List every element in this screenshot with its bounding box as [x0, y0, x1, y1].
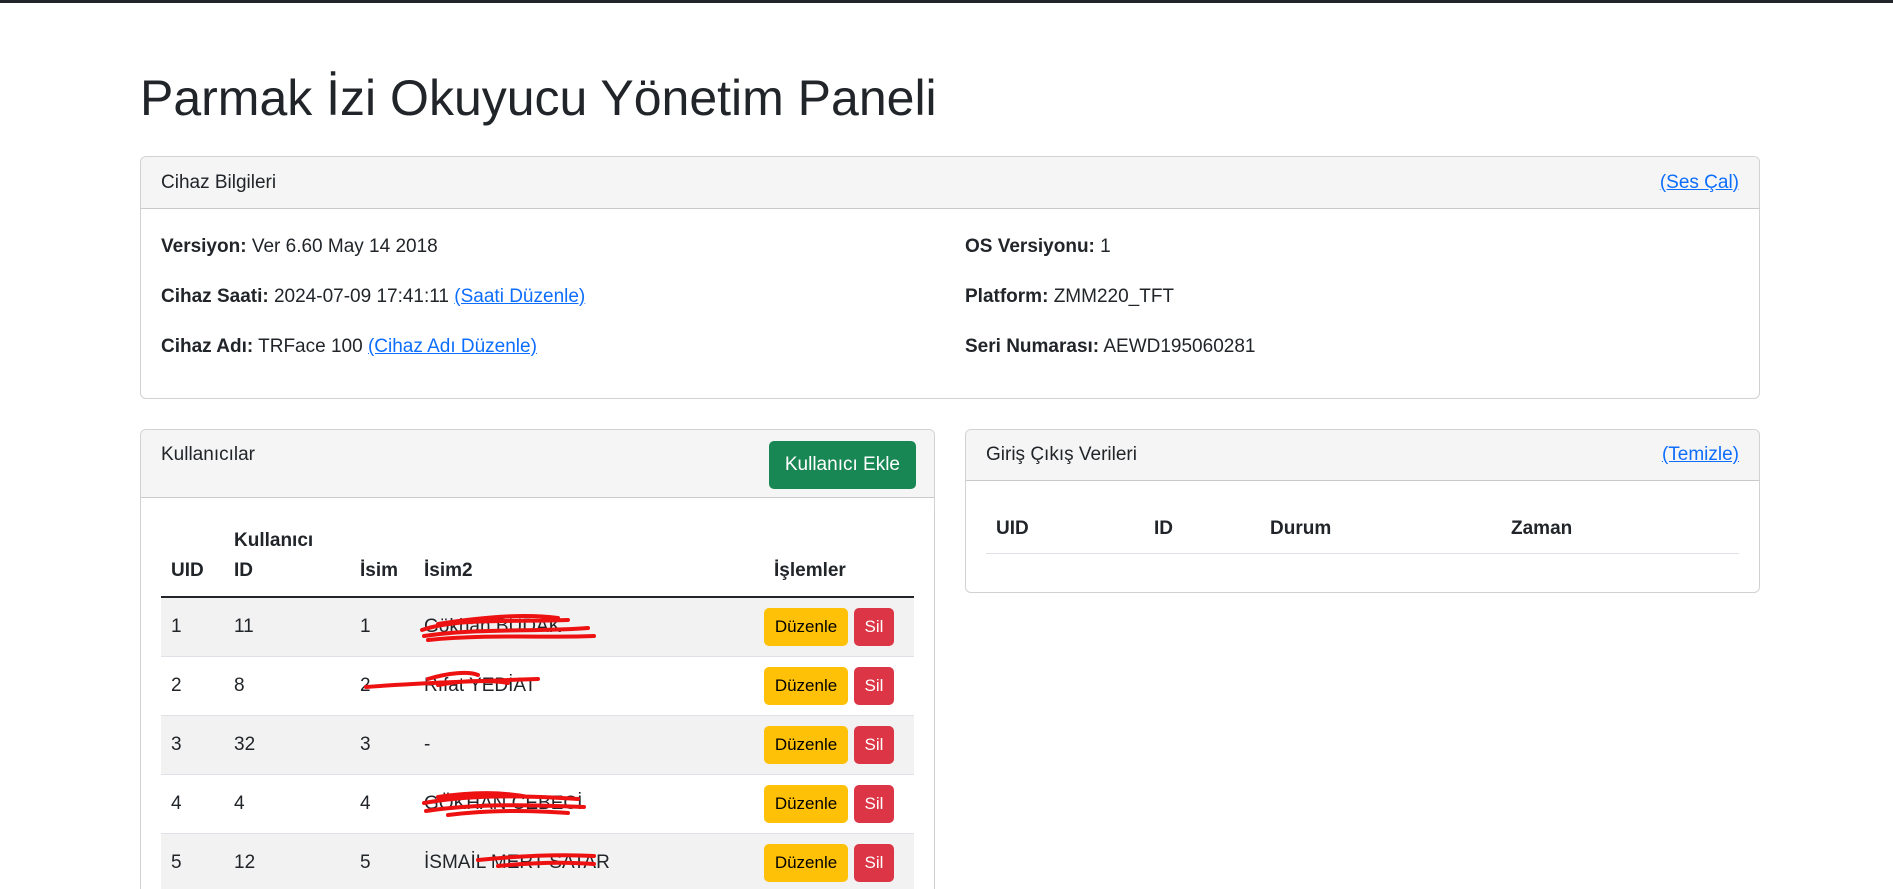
log-column-status: Durum — [1260, 505, 1501, 554]
device-time-value: 2024-07-09 17:41:11 — [273, 286, 450, 307]
cell-name: 5 — [350, 833, 414, 889]
users-table-header-row: UID Kullanıcı ID İsim İsim2 İşlemler — [161, 526, 914, 598]
platform-label: Platform: — [965, 286, 1049, 307]
name2-text: İSMAİL MERT SATAR — [424, 852, 610, 874]
device-time-label: Cihaz Saati: — [161, 286, 269, 307]
cell-name: 2 — [350, 656, 414, 716]
version-label: Versiyon: — [161, 236, 247, 257]
serial-number-label: Seri Numarası: — [965, 336, 1100, 357]
delete-user-button[interactable]: Sil — [854, 666, 894, 705]
play-sound-link[interactable]: (Ses Çal) — [1660, 172, 1739, 194]
os-version-line: OS Versiyonu: 1 — [965, 222, 1255, 272]
edit-user-button[interactable]: Düzenle — [764, 666, 848, 705]
cell-user-id: 4 — [224, 774, 350, 834]
device-info-header: Cihaz Bilgileri (Ses Çal) — [141, 157, 1759, 209]
device-info-right-column: OS Versiyonu: 1 Platform: ZMM220_TFT Ser… — [965, 209, 1255, 372]
name2-value: Rıfat YEDİAT — [424, 674, 537, 696]
attendance-log-card: Giriş Çıkış Verileri (Temizle) UID ID Du… — [965, 429, 1760, 593]
edit-time-link[interactable]: (Saati Düzenle) — [454, 286, 585, 307]
platform-value: ZMM220_TFT — [1053, 286, 1175, 307]
delete-user-button[interactable]: Sil — [854, 784, 894, 823]
cell-actions: Düzenle Sil — [764, 774, 914, 834]
device-info-title: Cihaz Bilgileri — [161, 171, 277, 193]
edit-device-name-link[interactable]: (Cihaz Adı Düzenle) — [368, 336, 537, 357]
table-row: 2 8 2 Rıfat YEDİAT Düzenle Sil — [161, 656, 914, 716]
cell-name2: Rıfat YEDİAT — [364, 656, 764, 716]
device-name-label: Cihaz Adı: — [161, 336, 254, 357]
cell-uid: 5 — [161, 833, 224, 889]
name2-text: GÖKHAN CEBECİ — [422, 790, 586, 817]
serial-number-value: AEWD195060281 — [1103, 336, 1256, 357]
column-header-user-id: Kullanıcı ID — [224, 526, 350, 598]
users-header: Kullanıcılar Kullanıcı Ekle — [141, 430, 934, 498]
delete-user-button[interactable]: Sil — [854, 725, 894, 764]
cell-name2: - — [414, 715, 764, 775]
serial-number-line: Seri Numarası: AEWD195060281 — [965, 322, 1255, 372]
users-card: Kullanıcılar Kullanıcı Ekle UID Kullanıc… — [140, 429, 935, 889]
edit-user-button[interactable]: Düzenle — [764, 784, 848, 823]
cell-name2: GÖKHAN CEBECİ — [414, 774, 764, 834]
attendance-log-table: UID ID Durum Zaman — [986, 505, 1739, 554]
delete-user-button[interactable]: Sil — [854, 607, 894, 646]
table-row: 1 11 1 Gökhan BUDAK Düzenle Sil — [161, 597, 914, 657]
os-version-label: OS Versiyonu: — [965, 236, 1095, 257]
platform-line: Platform: ZMM220_TFT — [965, 272, 1255, 322]
name2-value: Gökhan BUDAK — [424, 615, 562, 637]
cell-uid: 4 — [161, 774, 224, 834]
name2-text: Rıfat YEDİAT — [364, 670, 540, 697]
page-title: Parmak İzi Okuyucu Yönetim Paneli — [140, 70, 937, 126]
log-table-header-row: UID ID Durum Zaman — [986, 505, 1739, 554]
cell-name: 1 — [350, 597, 414, 657]
column-header-name2: İsim2 — [414, 526, 764, 598]
attendance-log-header: Giriş Çıkış Verileri (Temizle) — [966, 430, 1759, 481]
cell-actions: Düzenle Sil — [764, 597, 914, 657]
cell-actions: Düzenle Sil — [764, 715, 914, 775]
version-line: Versiyon: Ver 6.60 May 14 2018 — [161, 222, 585, 272]
add-user-button[interactable]: Kullanıcı Ekle — [768, 441, 916, 489]
attendance-log-title: Giriş Çıkış Verileri — [986, 444, 1137, 465]
cell-user-id: 8 — [224, 656, 350, 716]
cell-actions: Düzenle Sil — [764, 833, 914, 889]
users-table-body: 1 11 1 Gökhan BUDAK Düzenle Sil 2 8 2 Rıf… — [161, 597, 914, 889]
device-time-line: Cihaz Saati: 2024-07-09 17:41:11 (Saati … — [161, 272, 585, 322]
column-header-actions: İşlemler — [764, 526, 914, 598]
clear-logs-link[interactable]: (Temizle) — [1662, 444, 1739, 466]
cell-user-id: 12 — [224, 833, 350, 889]
name2-value: GÖKHAN CEBECİ — [424, 792, 583, 814]
name2-value: İSMAİL MERT SATAR — [424, 851, 610, 873]
cell-uid: 3 — [161, 715, 224, 775]
log-column-id: ID — [1144, 505, 1260, 554]
edit-user-button[interactable]: Düzenle — [764, 607, 848, 646]
edit-user-button[interactable]: Düzenle — [764, 843, 848, 882]
users-table: UID Kullanıcı ID İsim İsim2 İşlemler 1 1… — [161, 526, 914, 889]
cell-uid: 1 — [161, 597, 224, 657]
device-name-line: Cihaz Adı: TRFace 100 (Cihaz Adı Düzenle… — [161, 322, 585, 372]
delete-user-button[interactable]: Sil — [854, 843, 894, 882]
log-column-uid: UID — [986, 505, 1144, 554]
column-header-user-id-text: Kullanıcı ID — [234, 530, 314, 581]
device-name-value: TRFace 100 — [258, 336, 363, 357]
device-info-card: Cihaz Bilgileri (Ses Çal) Versiyon: Ver … — [140, 156, 1760, 399]
os-version-value: 1 — [1100, 236, 1111, 257]
cell-user-id: 11 — [224, 597, 350, 657]
users-title: Kullanıcılar — [161, 444, 255, 465]
table-row: 4 4 4 GÖKHAN CEBECİ Düzenle Sil — [161, 774, 914, 834]
cell-name: 4 — [350, 774, 414, 834]
version-value: Ver 6.60 May 14 2018 — [251, 236, 438, 257]
column-header-uid: UID — [161, 526, 224, 598]
cell-name2: İSMAİL MERT SATAR — [414, 833, 764, 889]
device-info-left-column: Versiyon: Ver 6.60 May 14 2018 Cihaz Saa… — [161, 209, 585, 372]
name2-value: - — [424, 733, 431, 755]
cell-uid: 2 — [161, 656, 224, 716]
name2-text: Gökhan BUDAK — [420, 613, 596, 642]
edit-user-button[interactable]: Düzenle — [764, 725, 848, 764]
cell-name: 3 — [350, 715, 414, 775]
table-row: 3 32 3 - Düzenle Sil — [161, 715, 914, 775]
log-column-time: Zaman — [1501, 505, 1739, 554]
cell-actions: Düzenle Sil — [764, 656, 914, 716]
column-header-name: İsim — [350, 526, 414, 598]
table-row: 5 12 5 İSMAİL MERT SATAR Düzenle Sil — [161, 833, 914, 889]
cell-name2: Gökhan BUDAK — [414, 597, 764, 657]
cell-user-id: 32 — [224, 715, 350, 775]
